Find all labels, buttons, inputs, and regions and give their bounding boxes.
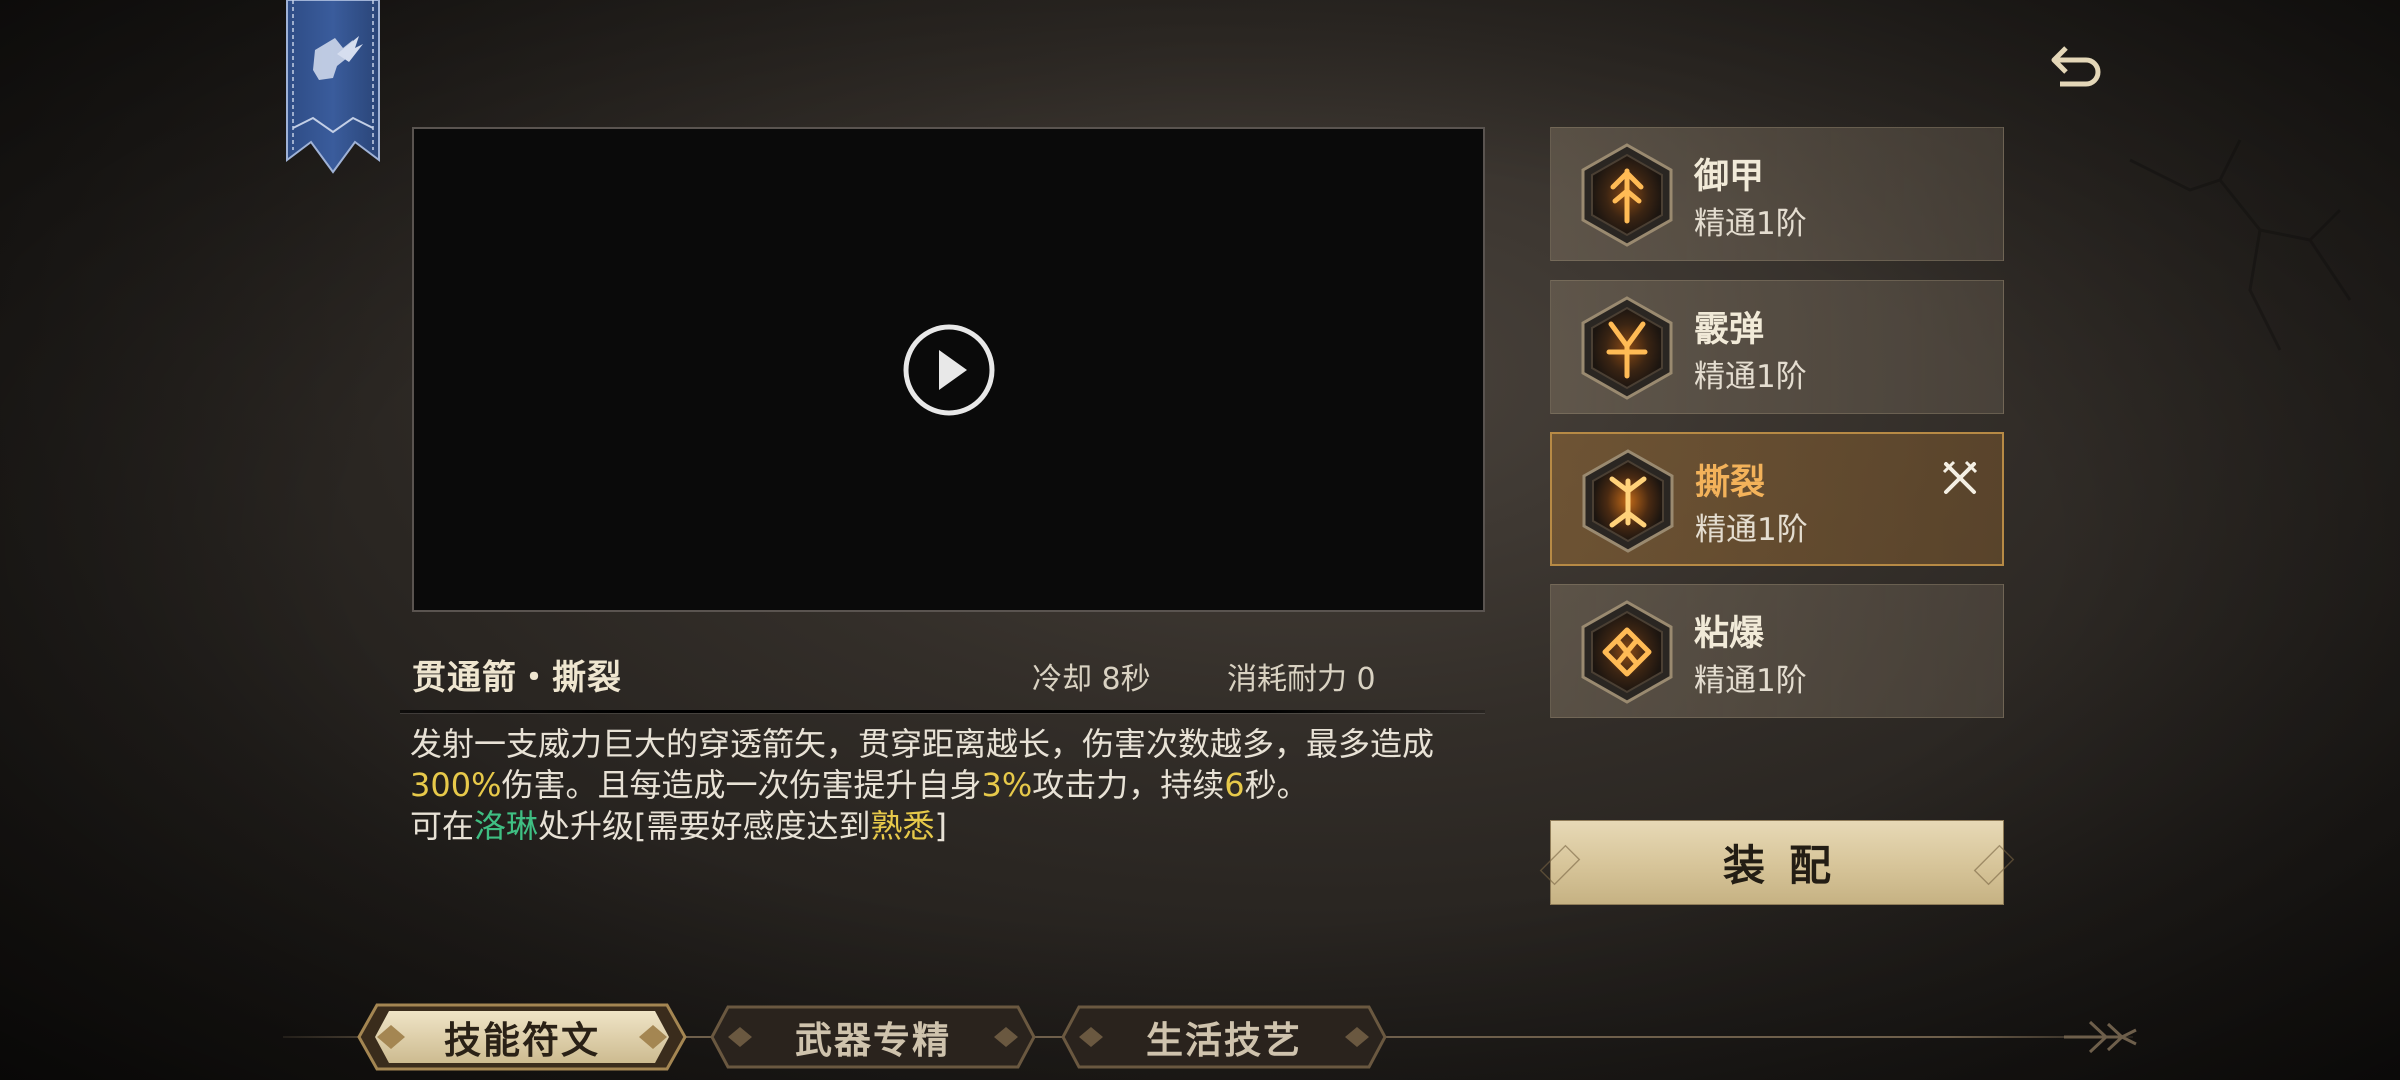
rune-item-armor[interactable]: 御甲 精通1阶 [1550, 127, 2004, 261]
rune-item-tear[interactable]: 撕裂 精通1阶 [1550, 432, 2004, 566]
rune-level: 精通1阶 [1694, 206, 1807, 242]
rune-title: 撕裂 [1695, 462, 1766, 503]
skill-stamina-cost: 消耗耐力 0 [1227, 662, 1376, 697]
desc-value-duration: 6 [1224, 766, 1245, 804]
desc-text: 伤害。且每造成一次伤害提升自身 [501, 766, 982, 804]
skill-name: 贯通箭・撕裂 [412, 658, 622, 698]
tab-bar-end-ornament [2064, 1020, 2137, 1054]
equip-button[interactable]: 装配 [1550, 820, 2004, 905]
rune-item-sticky-bomb[interactable]: 粘爆 精通1阶 [1550, 584, 2004, 718]
rune-level: 精通1阶 [1694, 663, 1807, 699]
tab-label: 武器专精 [795, 1018, 951, 1062]
tab-label: 技能符文 [444, 1018, 600, 1062]
desc-value-attack: 3% [981, 766, 1033, 804]
play-icon[interactable] [901, 322, 997, 418]
upgrade-npc-name: 洛琳 [474, 807, 539, 845]
rune-armor-icon [1581, 143, 1673, 247]
equip-button-label: 装配 [1722, 841, 1855, 890]
upgrade-requirement: 熟悉 [870, 807, 935, 845]
rune-item-scatter[interactable]: 霰弹 精通1阶 [1550, 280, 2004, 414]
desc-text: 秒。 [1244, 766, 1309, 804]
skill-cooldown: 冷却 8秒 [1032, 662, 1151, 697]
upgrade-text: 处升级[需要好感度达到 [538, 807, 871, 845]
upgrade-text: 可在 [410, 807, 475, 845]
rune-title: 粘爆 [1694, 613, 1765, 654]
divider [400, 710, 1485, 713]
rune-title: 御甲 [1694, 156, 1765, 197]
upgrade-text: ] [934, 807, 948, 845]
return-arrow-icon [2051, 46, 2101, 87]
skill-video-player[interactable] [412, 127, 1485, 612]
tab-weapon-mastery[interactable]: 武器专精 [708, 1003, 1038, 1071]
tab-label: 生活技艺 [1146, 1018, 1302, 1062]
tab-life-skills[interactable]: 生活技艺 [1059, 1003, 1389, 1071]
rune-sticky-bomb-icon [1581, 600, 1673, 704]
rune-level: 精通1阶 [1694, 359, 1807, 395]
rune-tear-icon [1582, 449, 1674, 553]
desc-value-damage: 300% [410, 766, 502, 804]
skill-header: 贯通箭・撕裂 冷却 8秒 消耗耐力 0 [412, 650, 1485, 708]
desc-text: 发射一支威力巨大的穿透箭矢，贯穿距离越长，伤害次数越多，最多造成 [410, 725, 1435, 763]
crossed-swords-icon [1942, 460, 1978, 494]
rune-title: 霰弹 [1694, 309, 1765, 350]
back-button[interactable] [2040, 36, 2112, 96]
tab-skill-runes[interactable]: 技能符文 [357, 1003, 687, 1071]
rune-level: 精通1阶 [1695, 512, 1808, 548]
desc-text: 攻击力，持续 [1032, 766, 1225, 804]
wall-crack-decoration [2129, 139, 2352, 351]
class-banner[interactable] [283, 0, 383, 175]
skill-description: 发射一支威力巨大的穿透箭矢，贯穿距离越长，伤害次数越多，最多造成300%伤害。且… [410, 724, 1490, 847]
rune-scatter-icon [1581, 296, 1673, 400]
